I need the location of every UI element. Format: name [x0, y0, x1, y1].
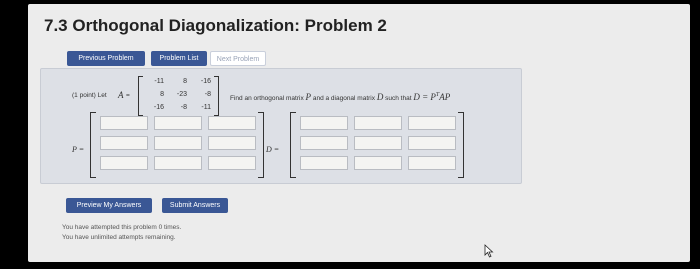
instruction-such-that: such that	[385, 95, 412, 102]
p-answer-input[interactable]	[100, 116, 148, 130]
matrix-a-left-bracket	[138, 76, 143, 116]
p-answer-input[interactable]	[208, 136, 256, 150]
d-answer-input[interactable]	[408, 116, 456, 130]
matrix-P-symbol: P	[305, 92, 312, 102]
p-answer-input[interactable]	[208, 116, 256, 130]
d-answer-input[interactable]	[354, 116, 402, 130]
d-answer-input[interactable]	[408, 156, 456, 170]
next-problem-button[interactable]: Next Problem	[210, 51, 266, 66]
preview-answers-button[interactable]: Preview My Answers	[66, 198, 152, 213]
instruction-start: Find an orthogonal matrix	[230, 95, 304, 102]
d-answer-input[interactable]	[354, 156, 402, 170]
equation-left: D = P	[413, 92, 436, 102]
equation: D = PTAP	[413, 92, 450, 102]
p-left-bracket	[90, 112, 96, 178]
d-answer-input[interactable]	[408, 136, 456, 150]
d-right-bracket	[458, 112, 464, 178]
matrix-D-symbol: D	[376, 92, 384, 102]
d-answer-input[interactable]	[354, 136, 402, 150]
matrix-a-cell: -16	[200, 78, 211, 85]
p-answer-input[interactable]	[208, 156, 256, 170]
instruction-text: Find an orthogonal matrix P and a diagon…	[230, 92, 450, 102]
mouse-pointer-icon	[484, 244, 494, 258]
attempts-remaining: You have unlimited attempts remaining.	[62, 234, 176, 241]
p-answer-input[interactable]	[154, 136, 202, 150]
d-answer-input[interactable]	[300, 136, 348, 150]
matrix-a-cell: -16	[153, 104, 164, 111]
matrix-a-cell: 8	[160, 91, 164, 98]
d-left-bracket	[290, 112, 296, 178]
submit-answers-button[interactable]: Submit Answers	[162, 198, 228, 213]
equation-right: AP	[439, 92, 451, 102]
equals-sign: =	[126, 92, 130, 99]
matrix-name-A: A	[118, 90, 124, 100]
matrix-a-cell: 8	[183, 78, 187, 85]
d-answer-input[interactable]	[300, 116, 348, 130]
p-answer-input[interactable]	[100, 156, 148, 170]
matrix-a-cell: -8	[180, 104, 187, 111]
matrix-a-right-bracket	[214, 76, 219, 116]
p-answer-input[interactable]	[154, 156, 202, 170]
matrix-a-cell: -23	[176, 91, 187, 98]
points-label: (1 point) Let	[72, 92, 107, 99]
p-answer-input[interactable]	[100, 136, 148, 150]
attempts-status: You have attempted this problem 0 times.	[62, 224, 182, 231]
d-label: D =	[266, 145, 280, 154]
previous-problem-button[interactable]: Previous Problem	[67, 51, 145, 66]
d-answer-input[interactable]	[300, 156, 348, 170]
instruction-and: and a diagonal matrix	[312, 95, 375, 102]
p-answer-input[interactable]	[154, 116, 202, 130]
p-label: P =	[72, 145, 85, 154]
matrix-a-cell: -11	[201, 104, 211, 111]
matrix-a-cell: -11	[154, 78, 164, 85]
p-right-bracket	[258, 112, 264, 178]
matrix-a-cell: -8	[204, 91, 211, 98]
page-title: 7.3 Orthogonal Diagonalization: Problem …	[44, 16, 387, 35]
problem-list-button[interactable]: Problem List	[151, 51, 207, 66]
